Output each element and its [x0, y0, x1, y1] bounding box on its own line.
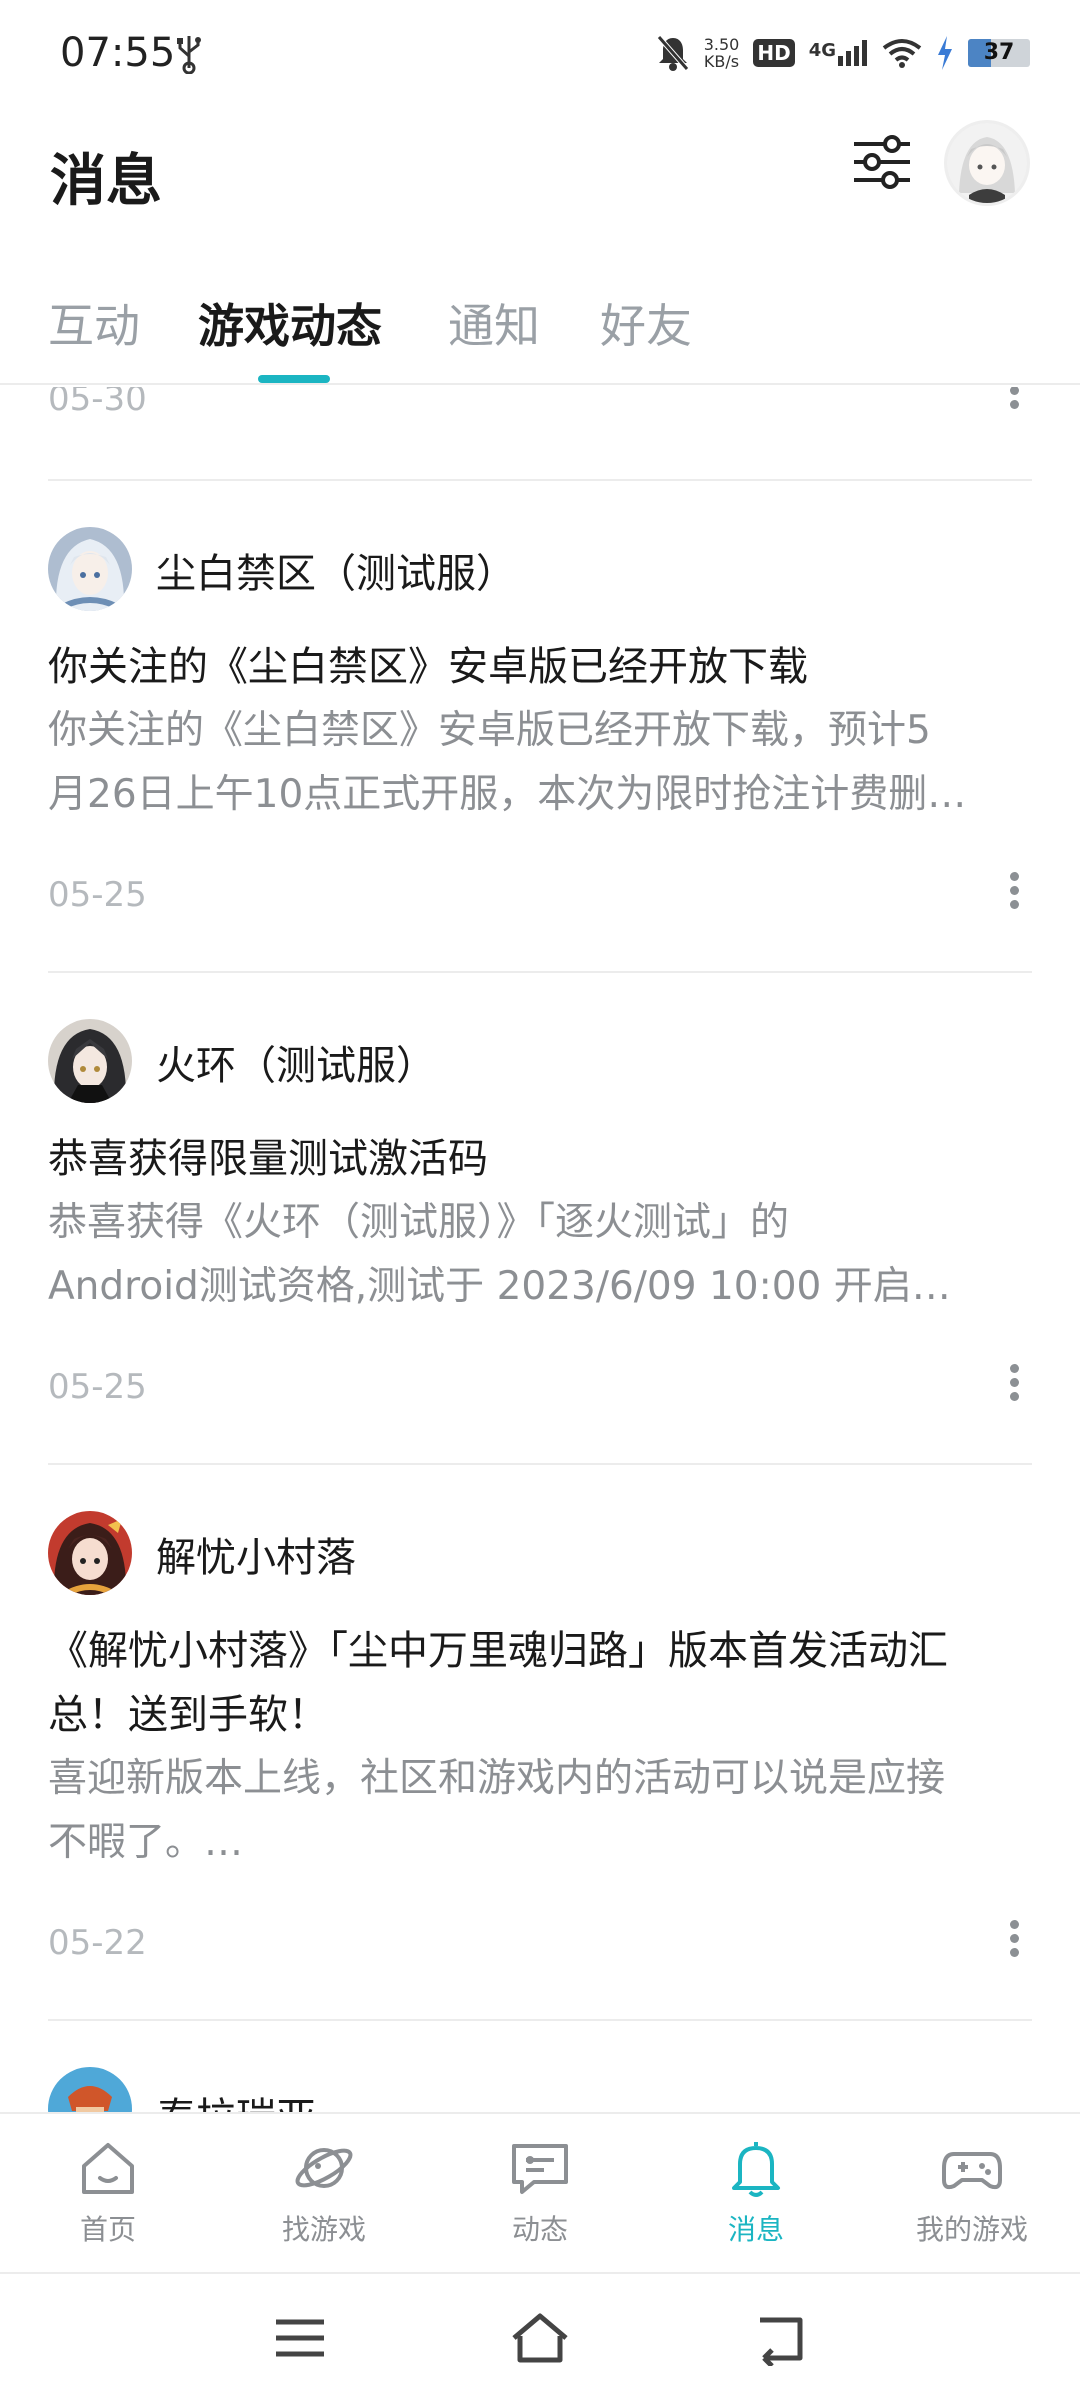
item-date: 05-30 [48, 387, 147, 419]
nav-label: 首页 [79, 2213, 136, 2246]
hd-badge: HD [753, 39, 795, 67]
message-body-line: Android测试资格,测试于 2023/6/09 10:00 开启… [48, 1264, 951, 1309]
more-options-icon[interactable] [1004, 867, 1024, 911]
signal-bars-icon [838, 40, 867, 66]
page-title: 消息 [50, 149, 162, 214]
message-title-line: 《解忧小村落》「尘中万里魂归路」版本首发活动汇 [48, 1628, 948, 1674]
gamepad-icon [942, 2152, 1002, 2190]
net-speed-value: 3.50 [703, 35, 740, 54]
nav-label: 我的游戏 [915, 2213, 1028, 2246]
filter-settings-icon[interactable] [852, 132, 912, 192]
nav-home[interactable]: 首页 [0, 2136, 216, 2266]
more-options-icon[interactable] [1004, 387, 1024, 411]
planet-icon [295, 2148, 353, 2188]
message-body-line: 不暇了。… [48, 1820, 244, 1865]
game-avatar[interactable] [48, 2067, 132, 2112]
user-avatar[interactable] [944, 120, 1030, 206]
avatar-image [947, 123, 1027, 203]
more-options-icon[interactable] [1004, 1915, 1024, 1959]
divider [48, 2019, 1032, 2021]
battery-level: 37 [983, 40, 1015, 65]
tab-interaction[interactable]: 互动 [48, 290, 140, 356]
nav-label: 动态 [511, 2213, 568, 2246]
list-item[interactable]: 火环（测试服） 恭喜获得限量测试激活码 恭喜获得《火环（测试服）》「逐火测试」的… [0, 1019, 1080, 1369]
tab-friends[interactable]: 好友 [600, 290, 692, 356]
menu-icon[interactable] [270, 2310, 330, 2366]
home-button-icon[interactable] [510, 2310, 570, 2366]
chat-icon [512, 2144, 568, 2194]
item-date: 05-25 [48, 1367, 147, 1407]
list-item[interactable]: 尘白禁区（测试服） 你关注的《尘白禁区》安卓版已经开放下载 你关注的《尘白禁区》… [0, 527, 1080, 877]
message-body-line: 喜迎新版本上线，社区和游戏内的活动可以说是应接 [48, 1756, 946, 1801]
game-avatar[interactable] [48, 527, 132, 611]
battery-indicator: 37 [968, 39, 1030, 67]
tab-notifications[interactable]: 通知 [448, 290, 540, 356]
divider [48, 971, 1032, 973]
cellular-signal: 4G [809, 40, 868, 66]
game-avatar[interactable] [48, 1019, 132, 1103]
game-name[interactable]: 解忧小村落 [156, 1525, 356, 1583]
status-time: 07:55 [60, 30, 176, 76]
game-avatar[interactable] [48, 1511, 132, 1595]
list-item[interactable]: 解忧小村落 《解忧小村落》「尘中万里魂归路」版本首发活动汇 总！送到手软！ 喜迎… [0, 1511, 1080, 1931]
mute-bell-icon [656, 35, 689, 71]
game-avatar-image [48, 1019, 132, 1103]
bell-icon [732, 2142, 780, 2197]
message-body-line: 恭喜获得《火环（测试服）》「逐火测试」的 [48, 1200, 790, 1245]
nav-feed[interactable]: 动态 [432, 2136, 648, 2266]
divider [48, 479, 1032, 481]
charging-icon [938, 36, 952, 70]
game-name[interactable]: 泰拉瑞亚 [156, 2085, 316, 2112]
nav-find-games[interactable]: 找游戏 [216, 2136, 432, 2266]
message-body-line: 月26日上午10点正式开服，本次为限时抢注计费删… [48, 772, 967, 817]
message-title-line: 总！送到手软！ [48, 1692, 328, 1738]
nav-label: 消息 [727, 2213, 784, 2246]
home-icon [82, 2143, 134, 2194]
tab-game-updates[interactable]: 游戏动态 [198, 290, 382, 356]
net-speed: 3.50 KB/s [704, 36, 740, 70]
item-date: 05-25 [48, 875, 147, 915]
game-avatar-image [48, 2067, 132, 2112]
back-icon[interactable] [750, 2310, 810, 2366]
active-tab-indicator [258, 375, 330, 383]
more-options-icon[interactable] [1004, 1359, 1024, 1403]
divider [48, 1463, 1032, 1465]
message-tabs: 互动 游戏动态 通知 好友 [0, 280, 1080, 385]
game-name[interactable]: 火环（测试服） [156, 1033, 436, 1091]
message-title: 你关注的《尘白禁区》安卓版已经开放下载 [48, 644, 808, 690]
nav-label: 找游戏 [281, 2213, 366, 2246]
bottom-navigation: 首页 找游戏 动态 消息 我的游戏 [0, 2112, 1080, 2272]
message-title: 恭喜获得限量测试激活码 [48, 1136, 488, 1182]
game-avatar-image [48, 1511, 132, 1595]
system-navigation-bar [0, 2272, 1080, 2400]
game-updates-feed[interactable]: 05-30 尘白禁区（测试服） 你关注的《尘白禁区》安卓版已经开放下载 你关注的… [0, 387, 1080, 2112]
game-name[interactable]: 尘白禁区（测试服） [156, 541, 516, 599]
item-date: 05-22 [48, 1923, 147, 1963]
network-type: 4G [808, 40, 836, 61]
status-icons: 3.50 KB/s HD 4G 37 [656, 28, 1030, 78]
list-item[interactable]: 泰拉瑞亚 [0, 2067, 1080, 2112]
message-body-line: 你关注的《尘白禁区》安卓版已经开放下载，预计5 [48, 708, 931, 753]
game-avatar-image [48, 527, 132, 611]
usb-icon [177, 36, 201, 74]
app-header: 消息 [0, 120, 1080, 230]
status-bar: 07:55 3.50 KB/s HD 4G 37 [0, 0, 1080, 110]
nav-messages[interactable]: 消息 [648, 2136, 864, 2266]
wifi-icon [882, 39, 922, 68]
nav-my-games[interactable]: 我的游戏 [864, 2136, 1080, 2266]
net-speed-unit: KB/s [703, 52, 740, 71]
